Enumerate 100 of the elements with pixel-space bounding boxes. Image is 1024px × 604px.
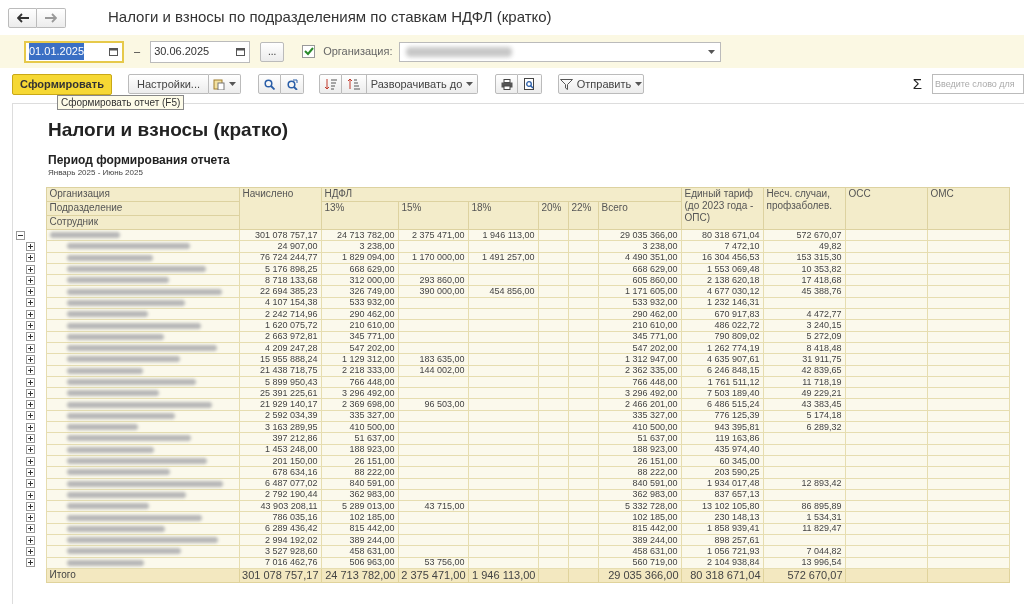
table-cell: 201 150,00 <box>239 455 321 467</box>
print-button[interactable] <box>495 74 518 94</box>
expand-icon[interactable] <box>26 479 35 489</box>
expand-icon[interactable] <box>26 377 35 387</box>
table-cell: 1 946 113,00 <box>468 229 538 241</box>
checkbox[interactable] <box>302 45 316 58</box>
expand-icon[interactable] <box>26 547 35 556</box>
expand-icon[interactable] <box>26 388 35 398</box>
table-cell: 17 418,68 <box>763 274 845 286</box>
search-field[interactable]: Введите слово для <box>932 74 1024 94</box>
date-field[interactable]: 01.01.2025 <box>24 40 124 63</box>
caret-icon <box>635 82 643 86</box>
expand-icon[interactable] <box>26 400 35 410</box>
more-button[interactable]: ... <box>260 41 285 62</box>
table-cell: 2 375 471,00 <box>398 229 468 241</box>
expand-icon[interactable] <box>26 298 35 308</box>
expand-icon[interactable] <box>26 501 35 511</box>
expand-to-button[interactable]: Разворачивать до <box>367 74 478 94</box>
expand-icon[interactable] <box>26 422 35 432</box>
expand-icon[interactable] <box>26 264 35 274</box>
expand-icon[interactable] <box>26 490 35 500</box>
table-cell: 840 591,00 <box>321 478 398 490</box>
expand-icon[interactable] <box>26 287 35 297</box>
plus-icon <box>27 525 34 533</box>
expand-icon[interactable] <box>26 321 35 331</box>
plus-icon <box>27 446 34 454</box>
expand-icon[interactable] <box>26 332 35 342</box>
caret-icon <box>229 82 236 86</box>
table-cell: 5 174,18 <box>763 410 845 422</box>
table-cell: 26 151,00 <box>321 455 398 467</box>
settings-button[interactable]: Настройки... <box>128 74 209 94</box>
expand-icon[interactable] <box>26 354 35 364</box>
column-header: 15% <box>398 201 468 230</box>
date-field[interactable]: 30.06.2025 <box>150 40 251 63</box>
table-cell: 53 756,00 <box>398 557 468 569</box>
plus-icon <box>27 254 34 262</box>
table-cell: 16 304 456,53 <box>681 252 763 264</box>
plus-icon <box>27 491 34 499</box>
table-cell: 7 503 189,40 <box>681 387 763 399</box>
table-cell: 776 125,39 <box>681 410 763 422</box>
expand-icon[interactable] <box>26 513 35 523</box>
expand-icon[interactable] <box>26 275 35 285</box>
expand-icon[interactable] <box>26 456 35 466</box>
expand-icon[interactable] <box>26 467 35 477</box>
table-cell: 410 500,00 <box>321 421 398 433</box>
search-button[interactable] <box>258 74 281 94</box>
collapse-icon[interactable] <box>16 230 25 240</box>
table-cell: 312 000,00 <box>321 274 398 286</box>
expand-icon[interactable] <box>26 309 35 319</box>
expand-icon[interactable] <box>26 445 35 455</box>
table-cell: 1 491 257,00 <box>468 252 538 264</box>
column-header: НДФЛ <box>321 187 681 202</box>
plus-icon <box>27 389 34 397</box>
table-cell: 2 592 034,39 <box>239 410 321 422</box>
organization-field[interactable] <box>398 41 721 62</box>
table-cell: 668 629,00 <box>321 263 398 275</box>
table-cell: 335 327,00 <box>598 410 681 422</box>
field-label: Организация: <box>323 44 393 60</box>
table-cell: 43 715,00 <box>398 500 468 512</box>
sum-icon[interactable]: Σ <box>912 72 922 96</box>
calendar-icon <box>236 47 246 56</box>
table-cell: 24 713 782,00 <box>321 229 398 241</box>
expand-icon[interactable] <box>26 366 35 376</box>
generate-button[interactable]: Сформировать <box>12 73 112 95</box>
table-cell: 301 078 757,17 <box>239 229 321 241</box>
column-header: ОМС <box>927 187 1009 230</box>
table-cell: 766 448,00 <box>321 376 398 388</box>
expand-icon[interactable] <box>26 411 35 421</box>
table-cell: 766 448,00 <box>598 376 681 388</box>
table-cell: 5 176 898,25 <box>239 263 321 275</box>
column-header: Несч. случаи, профзаболев. <box>763 187 845 230</box>
table-cell: 3 296 492,00 <box>321 387 398 399</box>
plus-icon <box>27 502 34 510</box>
table-cell: 8 418,48 <box>763 342 845 354</box>
column-header: Единый тариф (до 2023 года - ОПС) <box>681 187 763 230</box>
expand-icon[interactable] <box>26 524 35 534</box>
expand-icon[interactable] <box>26 242 35 251</box>
back-button[interactable] <box>8 7 37 28</box>
table-cell: 2 663 972,81 <box>239 331 321 343</box>
check-icon <box>303 47 314 56</box>
expand-icon[interactable] <box>26 434 35 444</box>
expand-icon[interactable] <box>26 343 35 353</box>
blurred-text <box>66 424 138 431</box>
search-next-button[interactable] <box>281 74 304 94</box>
table-cell: 837 657,13 <box>681 489 763 501</box>
table-cell: 435 974,40 <box>681 444 763 456</box>
table-cell: 6 289 436,42 <box>239 523 321 535</box>
expand-icon[interactable] <box>26 253 35 263</box>
calendar-icon <box>109 47 118 56</box>
table-cell: 1 453 248,00 <box>239 444 321 456</box>
expand-icon[interactable] <box>26 535 35 545</box>
expand-icon[interactable] <box>26 558 35 568</box>
plus-icon <box>27 378 34 386</box>
preview-button[interactable] <box>518 74 542 94</box>
variant-button[interactable] <box>209 74 241 94</box>
table-cell: 6 487 077,02 <box>239 478 321 490</box>
arrow-right-icon <box>45 12 57 23</box>
send-button[interactable]: Отправить <box>558 74 644 94</box>
table-cell: 840 591,00 <box>598 478 681 490</box>
collapse-button[interactable] <box>342 74 367 94</box>
